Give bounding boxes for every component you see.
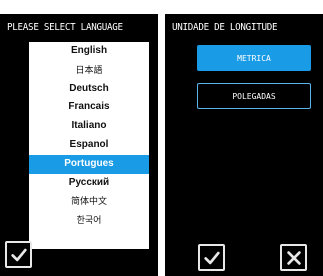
language-item-japanese[interactable]: 日本語 (29, 61, 149, 80)
option-polegadas-button[interactable]: POLEGADAS (197, 83, 311, 109)
language-item-chinese[interactable]: 简体中文 (29, 192, 149, 211)
confirm-button[interactable] (5, 241, 32, 268)
screen-title: UNIDADE DE LONGITUDE (172, 22, 278, 33)
confirm-button[interactable] (198, 244, 225, 271)
language-item-francais[interactable]: Francais (29, 98, 149, 117)
screen-title: PLEASE SELECT LANGUAGE (7, 22, 123, 33)
language-item-espanol[interactable]: Espanol (29, 136, 149, 155)
language-item-korean[interactable]: 한국어 (29, 211, 149, 230)
check-icon (10, 248, 27, 261)
language-item-russian[interactable]: Русский (29, 174, 149, 193)
length-unit-screen: UNIDADE DE LONGITUDE METRICA POLEGADAS (165, 14, 323, 276)
language-item-english[interactable]: English (29, 42, 149, 61)
cancel-button[interactable] (280, 244, 307, 271)
language-item-italiano[interactable]: Italiano (29, 117, 149, 136)
language-item-deutsch[interactable]: Deutsch (29, 80, 149, 99)
option-metrica-button[interactable]: METRICA (197, 45, 311, 71)
language-item-portugues[interactable]: Portugues (29, 154, 149, 174)
language-list: English 日本語 Deutsch Francais Italiano Es… (29, 42, 149, 249)
language-select-screen: PLEASE SELECT LANGUAGE English 日本語 Deuts… (0, 14, 158, 276)
cropped-header-banner (0, 0, 323, 14)
close-icon (286, 250, 301, 265)
check-icon (203, 251, 220, 264)
